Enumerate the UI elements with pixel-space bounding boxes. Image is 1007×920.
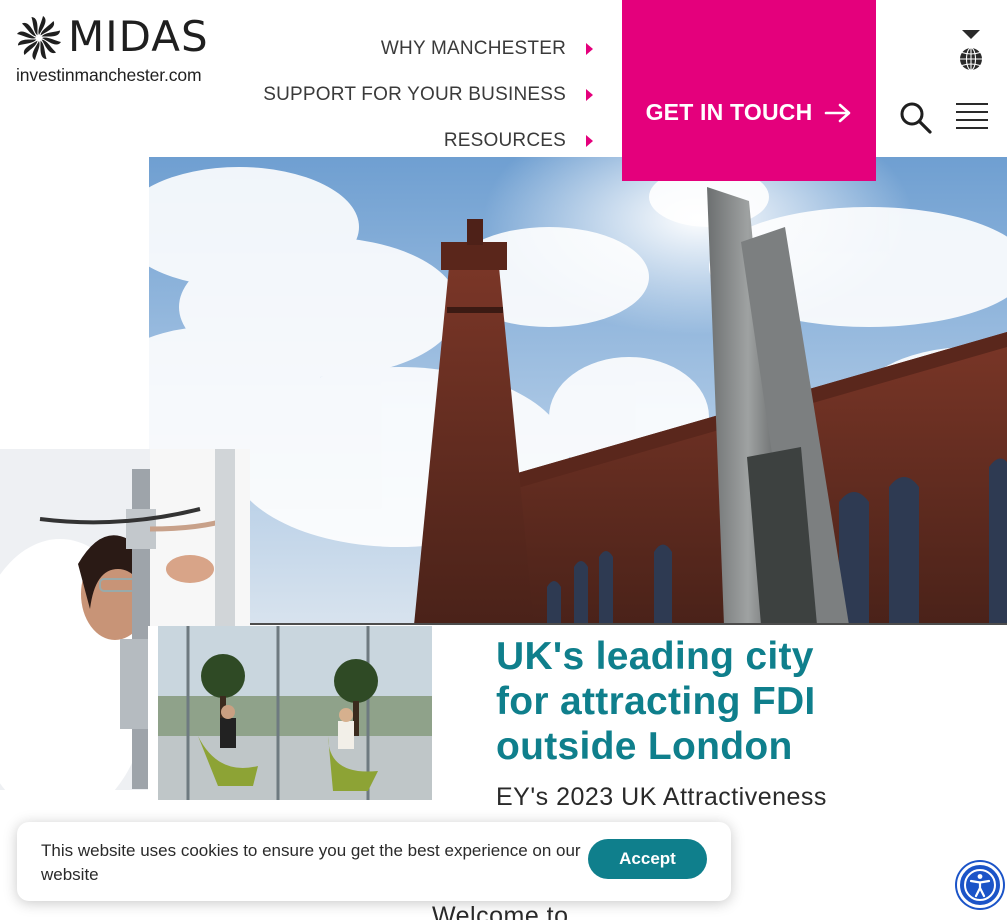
search-icon <box>900 102 932 134</box>
cookie-banner: This website uses cookies to ensure you … <box>17 822 731 901</box>
arrow-right-icon <box>825 103 851 122</box>
accessibility-icon <box>964 869 996 901</box>
caret-right-icon <box>586 43 593 55</box>
brand-name: MIDAS <box>68 12 209 61</box>
site-logo[interactable]: MIDAS investinmanchester.com <box>16 12 220 85</box>
nav-item-support[interactable]: SUPPORT FOR YOUR BUSINESS <box>263 72 593 118</box>
hero-headline: UK's leading city for attracting FDI out… <box>496 635 816 768</box>
hamburger-icon <box>956 103 988 105</box>
caret-right-icon <box>586 135 593 147</box>
office-meeting-image <box>148 626 432 800</box>
search-button[interactable] <box>898 100 934 136</box>
nav-item-label: RESOURCES <box>443 130 566 151</box>
menu-button[interactable] <box>956 103 988 131</box>
cookie-message: This website uses cookies to ensure you … <box>41 841 581 884</box>
globe-icon <box>960 30 982 71</box>
brand-tagline: investinmanchester.com <box>16 65 202 85</box>
get-in-touch-label: GET IN TOUCH <box>645 99 813 125</box>
main-nav: WHY MANCHESTER SUPPORT FOR YOUR BUSINESS… <box>263 26 593 164</box>
accessibility-button[interactable] <box>957 862 1003 908</box>
pinwheel-logo-icon <box>17 16 61 60</box>
hero-subheading: EY's 2023 UK Attractiveness <box>496 783 827 811</box>
caret-right-icon <box>586 89 593 101</box>
nav-item-label: WHY MANCHESTER <box>380 38 566 59</box>
hero-image-mill-chimney <box>149 157 1007 625</box>
accept-cookies-button[interactable]: Accept <box>588 839 707 879</box>
nav-item-label: SUPPORT FOR YOUR BUSINESS <box>263 84 566 105</box>
get-in-touch-button[interactable]: GET IN TOUCH <box>622 0 876 181</box>
language-selector[interactable] <box>956 28 986 72</box>
nav-item-why-manchester[interactable]: WHY MANCHESTER <box>263 26 593 72</box>
welcome-heading: Welcome to <box>432 902 569 920</box>
